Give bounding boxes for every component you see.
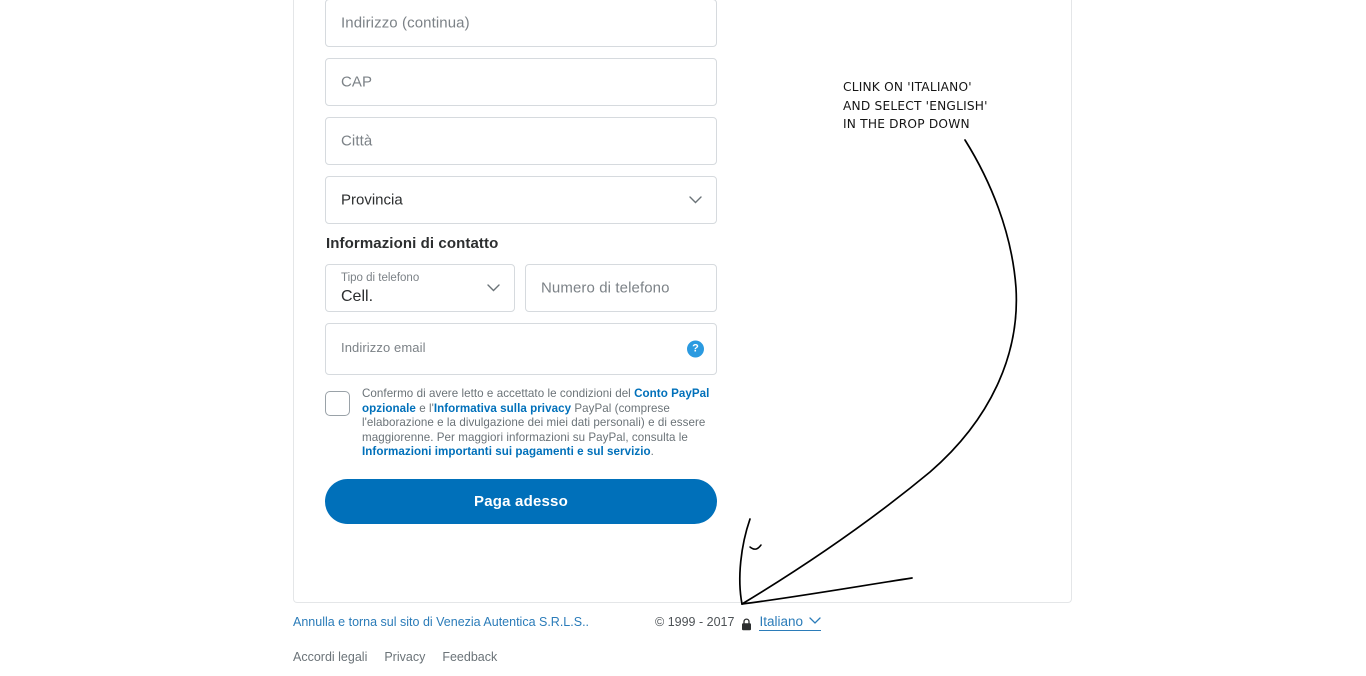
footer-link-legal[interactable]: Accordi legali (293, 650, 367, 664)
cancel-and-return-link[interactable]: Annulla e torna sul sito di Venezia Aute… (293, 615, 589, 629)
lock-icon (741, 617, 752, 631)
phone-type-value: Cell. (341, 288, 374, 305)
help-icon[interactable]: ? (687, 340, 704, 358)
pay-now-button[interactable]: Paga adesso (325, 478, 717, 524)
footer-links: Accordi legali Privacy Feedback (293, 650, 1073, 664)
chevron-down-icon (689, 196, 702, 204)
footer-top-row: Annulla e torna sul sito di Venezia Aute… (293, 612, 1073, 632)
address-line-2-field[interactable]: Indirizzo (continua) (325, 0, 717, 47)
city-placeholder: Città (341, 132, 373, 150)
postal-code-placeholder: CAP (341, 73, 373, 91)
consent-part-2: e l' (415, 401, 434, 415)
copyright-text: © 1999 - 2017 (655, 615, 735, 629)
phone-type-select[interactable]: Tipo di telefono Cell. (325, 264, 515, 312)
consent-part-4: . (650, 445, 654, 459)
chevron-down-icon (809, 617, 821, 625)
checkout-form: Indirizzo Indirizzo (continua) CAP Città… (325, 0, 717, 524)
consent-part-1: Confermo di avere letto e accettato le c… (362, 387, 635, 400)
consent-text: Confermo di avere letto e accettato le c… (362, 387, 710, 460)
privacy-policy-link[interactable]: Informativa sulla privacy (434, 402, 571, 415)
page-footer: Annulla e torna sul sito di Venezia Aute… (293, 612, 1073, 664)
phone-type-label: Tipo di telefono (341, 272, 420, 284)
important-payment-info-link[interactable]: Informazioni importanti sui pagamenti e … (362, 445, 651, 458)
phone-number-placeholder: Numero di telefono (541, 279, 670, 297)
email-field[interactable]: Indirizzo email ? (325, 323, 717, 375)
contact-section-title: Informazioni di contatto (326, 235, 499, 252)
footer-link-feedback[interactable]: Feedback (442, 650, 497, 664)
language-selector-label: Italiano (759, 613, 803, 629)
language-selector[interactable]: Italiano (759, 614, 821, 631)
city-field[interactable]: Città (325, 117, 717, 165)
province-select[interactable]: Provincia (325, 176, 717, 224)
province-select-value: Provincia (341, 191, 403, 209)
consent-row: Confermo di avere letto e accettato le c… (325, 387, 717, 460)
address-line-2-placeholder: Indirizzo (continua) (341, 14, 470, 32)
phone-row: Tipo di telefono Cell. Numero di telefon… (325, 264, 717, 312)
email-placeholder: Indirizzo email (341, 340, 426, 355)
annotation-text: CLINK ON 'ITALIANO' AND SELECT 'ENGLISH'… (843, 80, 988, 131)
consent-checkbox[interactable] (325, 391, 350, 416)
postal-code-field[interactable]: CAP (325, 58, 717, 106)
footer-link-privacy[interactable]: Privacy (384, 650, 425, 664)
phone-number-field[interactable]: Numero di telefono (525, 264, 717, 312)
chevron-down-icon (487, 284, 500, 292)
